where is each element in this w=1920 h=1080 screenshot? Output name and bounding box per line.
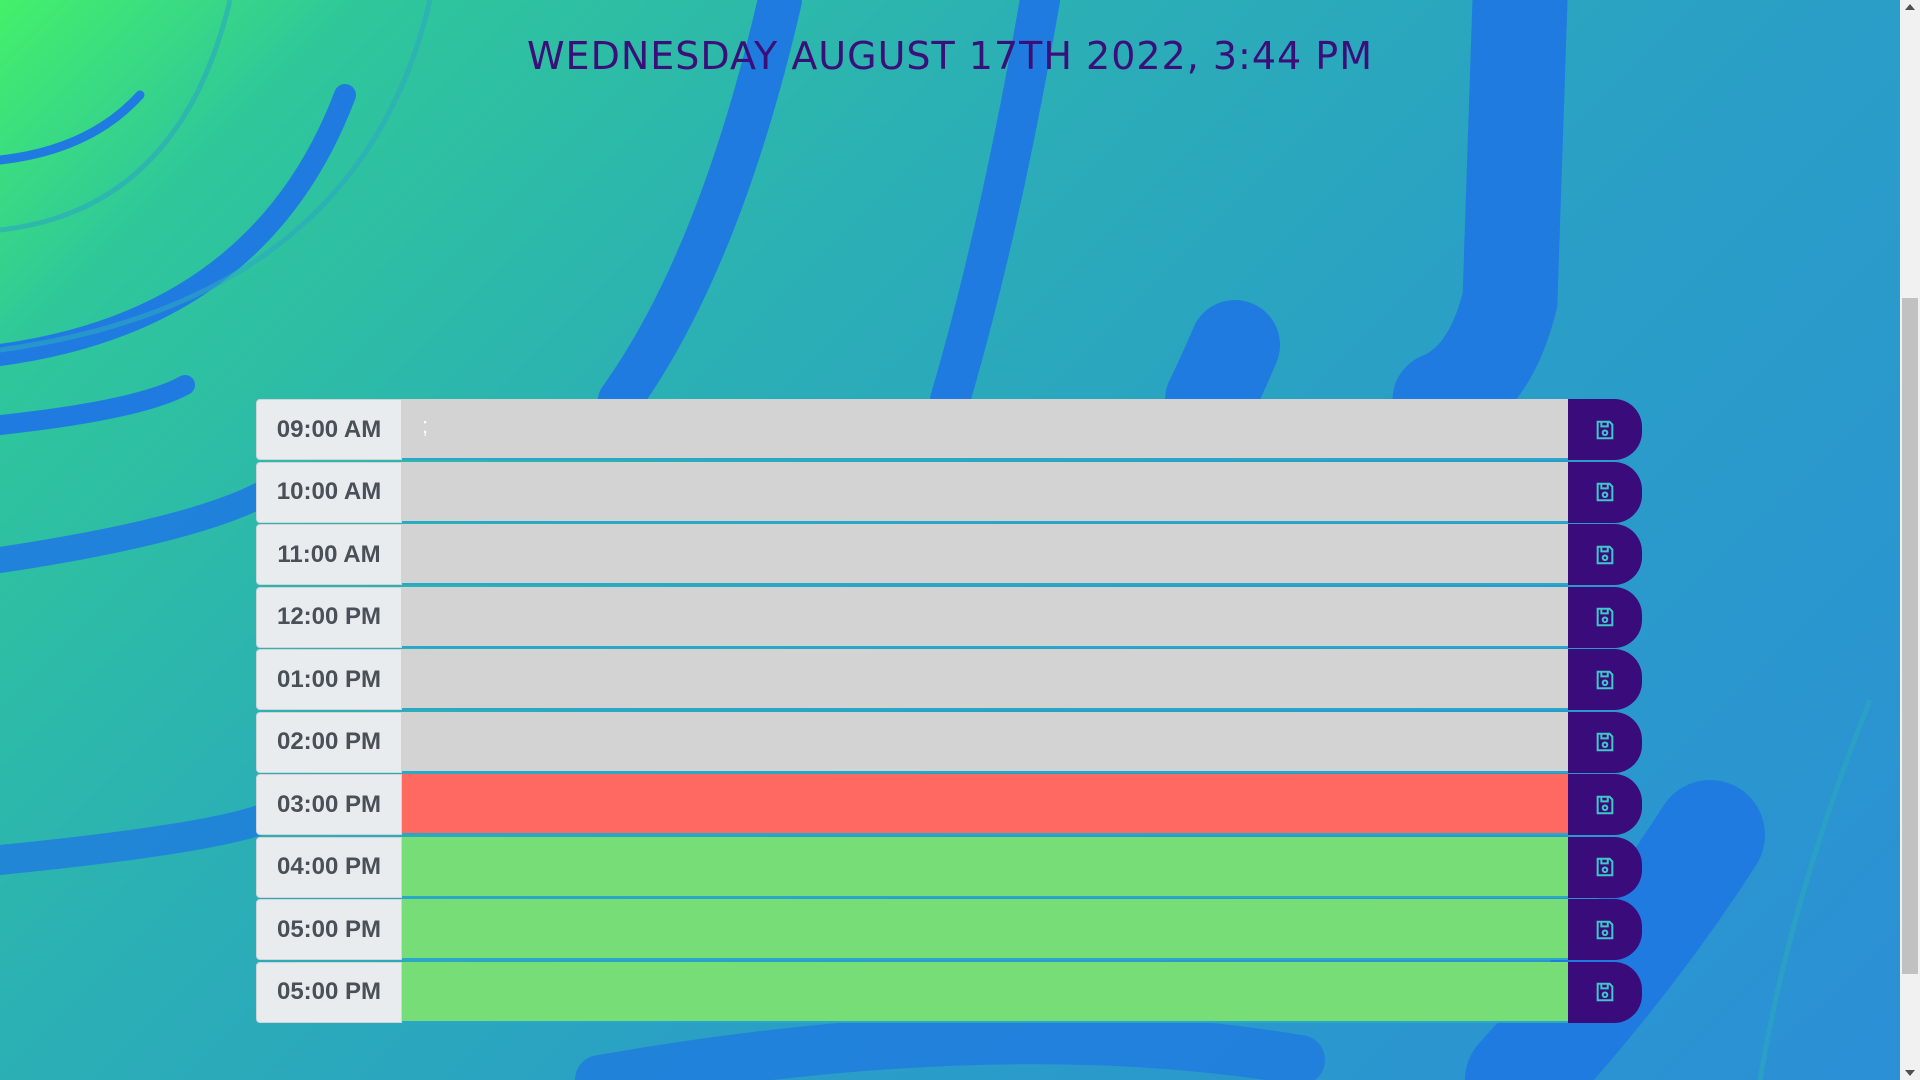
event-description-input[interactable] <box>402 836 1568 898</box>
event-description-input[interactable] <box>402 711 1568 773</box>
scrollbar-thumb[interactable] <box>1902 298 1918 974</box>
save-button[interactable] <box>1568 524 1642 585</box>
save-button[interactable] <box>1568 711 1642 773</box>
hour-label: 09:00 AM <box>256 399 402 460</box>
save-button[interactable] <box>1568 461 1642 523</box>
save-icon <box>1596 982 1614 1002</box>
save-icon <box>1596 857 1614 877</box>
hour-label: 01:00 PM <box>256 649 402 710</box>
time-block-row: 04:00 PM <box>256 836 1642 898</box>
save-icon <box>1596 545 1614 564</box>
event-description-input[interactable] <box>402 461 1568 523</box>
page-title: WEDNESDAY AUGUST 17TH 2022, 3:44 PM <box>526 34 1373 78</box>
event-description-input[interactable] <box>402 586 1568 648</box>
time-block-row: 05:00 PM <box>256 899 1642 960</box>
save-icon <box>1596 482 1614 502</box>
time-block-row: 02:00 PM <box>256 711 1642 773</box>
save-button[interactable] <box>1568 649 1642 710</box>
scroll-down-icon[interactable] <box>1905 1070 1915 1076</box>
time-block-row: 12:00 PM <box>256 586 1642 648</box>
time-block-row: 05:00 PM <box>256 961 1642 1023</box>
save-button[interactable] <box>1568 899 1642 960</box>
hour-label: 05:00 PM <box>256 899 402 960</box>
save-button[interactable] <box>1568 961 1642 1023</box>
save-button[interactable] <box>1568 586 1642 648</box>
hour-label: 05:00 PM <box>256 961 402 1023</box>
hour-label: 04:00 PM <box>256 836 402 898</box>
time-block-row: 01:00 PM <box>256 649 1642 710</box>
event-description-input[interactable] <box>402 961 1568 1023</box>
save-icon <box>1596 420 1614 439</box>
event-description-input[interactable]: ; <box>402 399 1568 460</box>
schedule-list: 09:00 AM; 10:00 AM 11:00 AM 12:00 PM 01:00 P… <box>256 399 1642 1024</box>
hour-label: 11:00 AM <box>256 524 402 585</box>
event-description-input[interactable] <box>402 774 1568 835</box>
time-block-row: 11:00 AM <box>256 524 1642 585</box>
save-icon <box>1596 607 1614 627</box>
event-description-input[interactable] <box>402 524 1568 585</box>
time-block-row: 03:00 PM <box>256 774 1642 835</box>
save-button[interactable] <box>1568 774 1642 835</box>
hour-label: 02:00 PM <box>256 711 402 773</box>
scroll-up-icon[interactable] <box>1905 4 1915 10</box>
save-icon <box>1596 920 1614 939</box>
save-button[interactable] <box>1568 399 1642 460</box>
time-block-row: 09:00 AM; <box>256 399 1642 460</box>
time-block-row: 10:00 AM <box>256 461 1642 523</box>
hour-label: 10:00 AM <box>256 461 402 523</box>
save-icon <box>1596 795 1614 814</box>
hour-label: 03:00 PM <box>256 774 402 835</box>
event-description-input[interactable] <box>402 899 1568 960</box>
vertical-scrollbar[interactable] <box>1900 0 1920 1080</box>
hour-label: 12:00 PM <box>256 586 402 648</box>
event-description-input[interactable] <box>402 649 1568 710</box>
save-icon <box>1596 732 1614 752</box>
save-button[interactable] <box>1568 836 1642 898</box>
page: WEDNESDAY AUGUST 17TH 2022, 3:44 PM 09:0… <box>0 0 1920 1080</box>
save-icon <box>1596 670 1614 689</box>
